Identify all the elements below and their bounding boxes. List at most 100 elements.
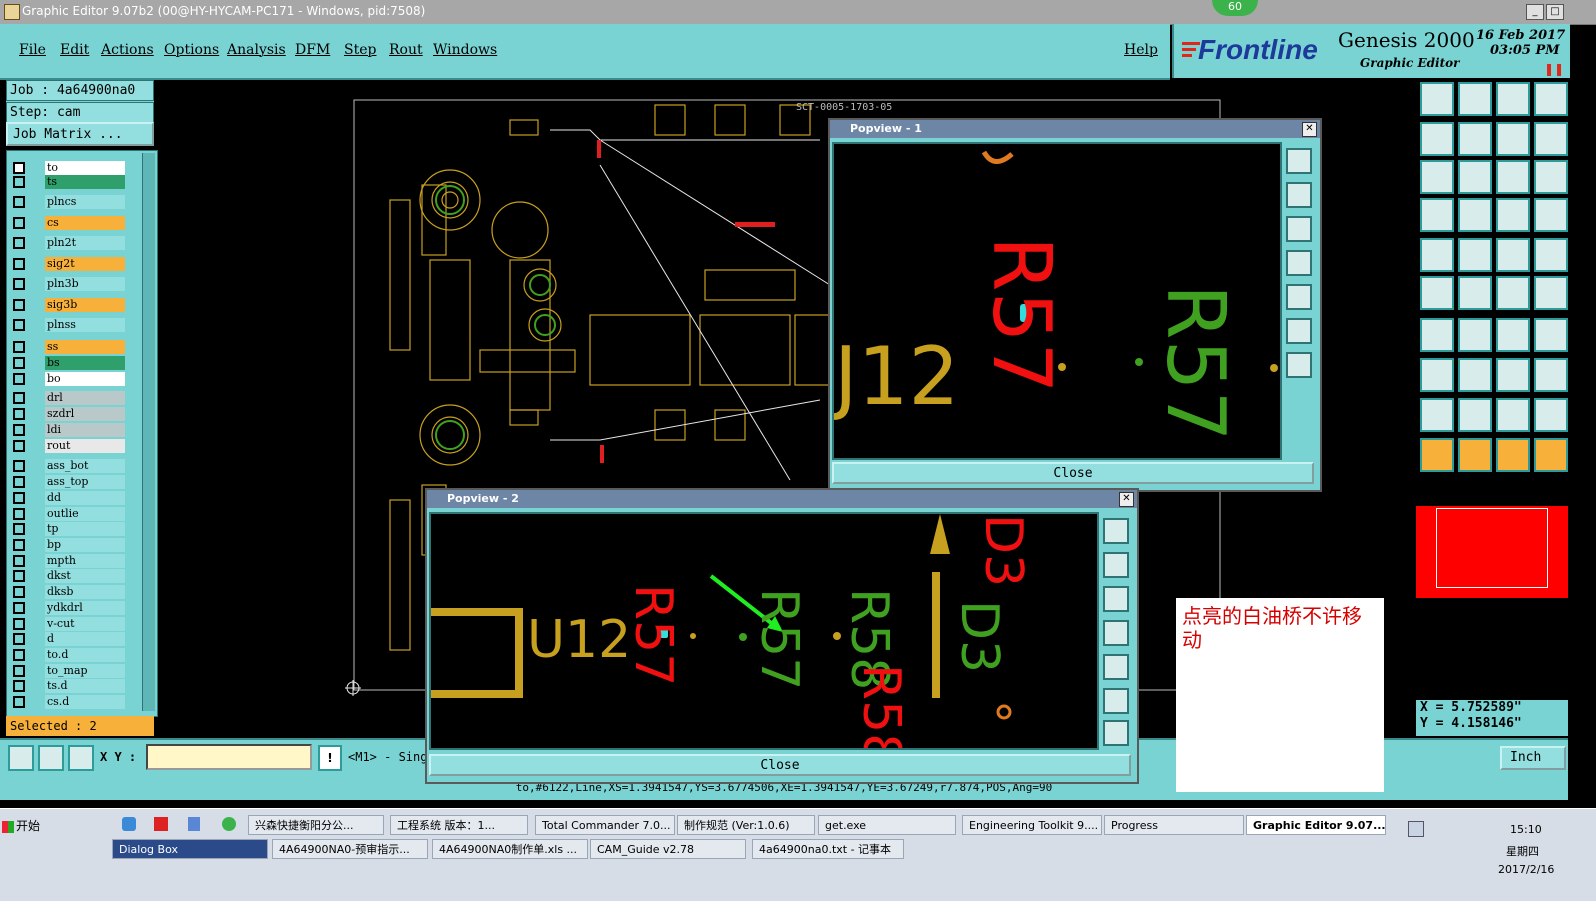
tool-button-9-icon[interactable] [1420,160,1454,194]
tool-button-20-icon[interactable] [1534,238,1568,272]
layer-name[interactable]: ts [45,175,125,189]
layer-name[interactable]: bo [45,372,125,386]
tool-button-1-icon[interactable] [1420,82,1454,116]
tool-button-37-icon[interactable] [1420,438,1454,472]
layer-checkbox[interactable] [13,508,25,520]
layer-checkbox[interactable] [13,476,25,488]
layer-name[interactable]: outlie [45,507,125,521]
tool-button-13-icon[interactable] [1420,198,1454,232]
tool-button-29-icon[interactable] [1420,358,1454,392]
tool-button-33-icon[interactable] [1420,398,1454,432]
menu-edit[interactable]: Edit [60,42,89,58]
layer-checkbox[interactable] [13,237,25,249]
layer-checkbox[interactable] [13,278,25,290]
layer-row[interactable]: cs.d [9,695,129,709]
layer-name[interactable]: dkst [45,569,125,583]
popview-1-tool-5[interactable] [1286,284,1312,310]
tool-button-14-icon[interactable] [1458,198,1492,232]
layer-checkbox[interactable] [13,217,25,229]
layer-checkbox[interactable] [13,665,25,677]
popview-1-close-button[interactable]: Close [832,462,1314,484]
tool-button-18-icon[interactable] [1458,238,1492,272]
taskbar-item[interactable]: 制作规范 (Ver:1.0.6) [677,815,815,835]
popview-1-tool-3[interactable] [1286,216,1312,242]
layer-checkbox[interactable] [13,162,25,174]
tool-button-38-icon[interactable] [1458,438,1492,472]
tool-button-31-icon[interactable] [1496,358,1530,392]
taskbar-item[interactable]: 兴森快捷衡阳分公... [248,815,384,835]
popview-1-close-x[interactable]: ✕ [1302,122,1317,137]
popview-2-tool-7[interactable] [1103,720,1129,746]
tool-button-16-icon[interactable] [1534,198,1568,232]
popview-2-tool-5[interactable] [1103,654,1129,680]
tool-button-27-icon[interactable] [1496,318,1530,352]
layer-checkbox[interactable] [13,392,25,404]
tool-button-17-icon[interactable] [1420,238,1454,272]
layer-checkbox[interactable] [13,319,25,331]
tool-button-34-icon[interactable] [1458,398,1492,432]
menu-rout[interactable]: Rout [389,42,423,58]
menu-dfm[interactable]: DFM [295,42,330,58]
layer-row[interactable]: pln2t [9,236,129,250]
popview-2-tool-2[interactable] [1103,552,1129,578]
snap-icon[interactable] [38,745,64,771]
layer-row[interactable]: mpth [9,554,129,568]
layer-name[interactable]: pln3b [45,277,125,291]
layer-checkbox[interactable] [13,357,25,369]
tool-button-8-icon[interactable] [1534,122,1568,156]
layer-checkbox[interactable] [13,258,25,270]
layer-name[interactable]: mpth [45,554,125,568]
tool-button-23-icon[interactable] [1496,276,1530,310]
layer-checkbox[interactable] [13,523,25,535]
layer-row[interactable]: drl [9,391,129,405]
layer-row[interactable]: pln3b [9,277,129,291]
minimize-button[interactable]: _ [1526,4,1544,20]
tool-button-15-icon[interactable] [1496,198,1530,232]
layer-row[interactable]: d [9,632,129,646]
layer-checkbox[interactable] [13,176,25,188]
taskbar-item[interactable]: Total Commander 7.0... [535,815,675,835]
layer-row[interactable]: tp [9,522,129,536]
layer-name[interactable]: dksb [45,585,125,599]
layer-name[interactable]: drl [45,391,125,405]
layer-row[interactable]: ts [9,175,129,189]
menu-help[interactable]: Help [1124,42,1158,58]
layer-name[interactable]: sig3b [45,298,125,312]
tool-button-19-icon[interactable] [1496,238,1530,272]
tool-button-5-icon[interactable] [1420,122,1454,156]
popview-1-tool-4[interactable] [1286,250,1312,276]
layer-row[interactable]: to_map [9,664,129,678]
layer-row[interactable]: sig2t [9,257,129,271]
layer-row[interactable]: ldi [9,423,129,437]
layer-name[interactable]: to_map [45,664,125,678]
layer-checkbox[interactable] [13,492,25,504]
tool-button-30-icon[interactable] [1458,358,1492,392]
layer-checkbox[interactable] [13,602,25,614]
layer-name[interactable]: tp [45,522,125,536]
layer-name[interactable]: to [45,161,125,175]
layer-row[interactable]: dkst [9,569,129,583]
popview-1-view[interactable]: J12 R57 R57 [832,142,1282,460]
pause-icon[interactable]: ❚❚ [1544,62,1564,76]
taskbar-item[interactable]: 4A64900NA0制作单.xls ... [432,839,588,859]
job-matrix-button[interactable]: Job Matrix ... [6,122,154,146]
browser-icon[interactable] [222,817,236,831]
layer-name[interactable]: rout [45,439,125,453]
layer-name[interactable]: ydkdrl [45,601,125,615]
layer-checkbox[interactable] [13,649,25,661]
tool-button-25-icon[interactable] [1420,318,1454,352]
layer-name[interactable]: d [45,632,125,646]
tool-button-21-icon[interactable] [1420,276,1454,310]
layer-checkbox[interactable] [13,196,25,208]
layer-row[interactable]: v-cut [9,617,129,631]
layer-name[interactable]: v-cut [45,617,125,631]
layer-checkbox[interactable] [13,299,25,311]
layer-name[interactable]: ts.d [45,679,125,693]
xy-input[interactable] [146,744,312,770]
layer-checkbox[interactable] [13,460,25,472]
taskbar-item[interactable]: 4a64900na0.txt - 记事本 [752,839,904,859]
tool-button-3-icon[interactable] [1496,82,1530,116]
taskbar-item[interactable]: Graphic Editor 9.07... [1246,815,1386,835]
layer-checkbox[interactable] [13,618,25,630]
layer-row[interactable]: plnss [9,318,129,332]
